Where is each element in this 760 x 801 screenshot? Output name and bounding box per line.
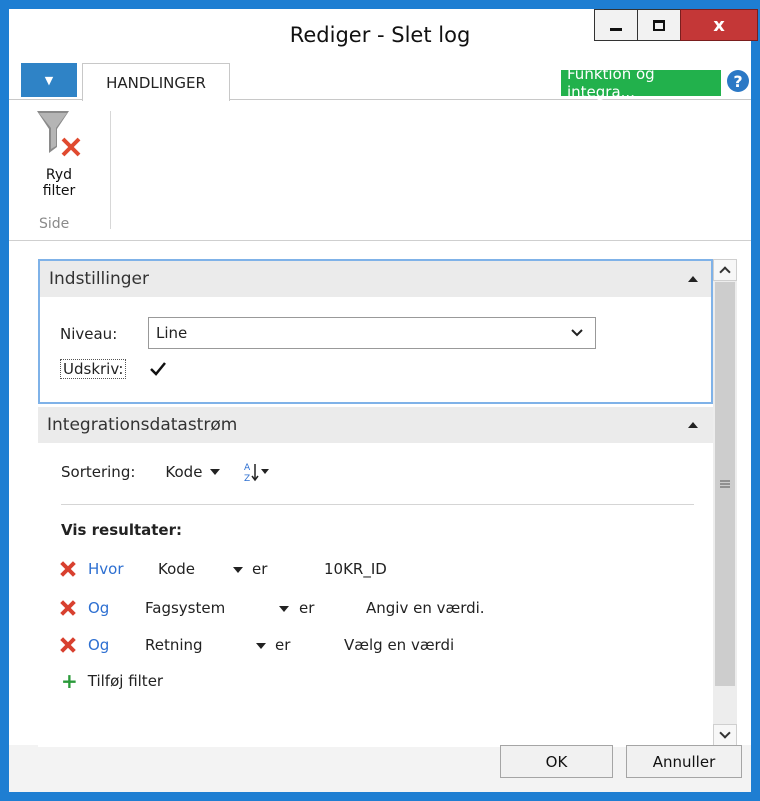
niveau-value: Line (156, 324, 188, 342)
filter-operator: er (252, 560, 268, 578)
filter-row: Og (60, 597, 109, 619)
scroll-down-button[interactable] (713, 724, 737, 746)
sort-az-icon: A Z (244, 463, 270, 483)
sort-order-button[interactable]: A Z (244, 461, 270, 483)
cancel-button[interactable]: Annuller (626, 745, 742, 778)
filter-row: Og (60, 634, 109, 656)
ribbon-body: Ryd filter Side (9, 101, 751, 241)
add-filter-button[interactable]: + Tilføj filter (61, 669, 164, 693)
scroll-up-button[interactable] (713, 259, 737, 281)
filter-field[interactable]: Fagsystem (145, 599, 225, 617)
filter-value[interactable]: Angiv en værdi. (366, 599, 485, 617)
close-icon: x (713, 14, 725, 36)
ribbon-tabs: ▼ HANDLINGER Funktion og integra... ? (9, 55, 751, 101)
svg-text:A: A (244, 463, 251, 473)
sort-field-dropdown[interactable]: Kode (165, 463, 221, 481)
filter-operator: er (275, 636, 291, 654)
function-integration-badge[interactable]: Funktion og integra... (561, 65, 721, 101)
ribbon-group-separator (110, 111, 111, 229)
filter-field-dropdown-icon[interactable] (256, 643, 266, 649)
minimize-button[interactable] (594, 9, 638, 41)
content-area: Indstillinger Niveau: Line Udskriv: Inte… (9, 242, 751, 792)
chevron-up-icon (719, 266, 731, 278)
sort-row: Sortering: Kode A Z (61, 461, 270, 483)
grip-icon (720, 480, 730, 488)
add-filter-label: Tilføj filter (87, 672, 164, 690)
filter-field-dropdown-icon[interactable] (233, 567, 243, 573)
help-icon[interactable]: ? (727, 70, 749, 92)
filter-row: Hvor (60, 558, 124, 580)
maximize-icon (653, 19, 665, 31)
remove-filter-icon[interactable] (60, 637, 76, 653)
integration-section-title: Integrationsdatastrøm (47, 415, 238, 435)
ribbon-group-label: Side (39, 216, 70, 232)
dialog-window: Rediger - Slet log x ▼ HANDLINGER Funkti… (0, 0, 760, 801)
niveau-label: Niveau: (60, 325, 118, 343)
plus-icon: + (61, 669, 78, 693)
udskriv-label: Udskriv: (60, 359, 127, 379)
sort-label: Sortering: (61, 463, 136, 481)
scroll-panel: Indstillinger Niveau: Line Udskriv: Inte… (9, 242, 751, 747)
dialog-client: ▼ HANDLINGER Funktion og integra... ? Ry… (9, 55, 751, 792)
clear-filter-label-1: Ryd (45, 167, 73, 183)
app-menu-button[interactable]: ▼ (21, 63, 77, 97)
collapse-icon (688, 422, 698, 428)
chevron-down-icon: ▼ (44, 73, 54, 87)
filter-field-label: Fagsystem (145, 599, 226, 617)
sort-field-value: Kode (165, 463, 203, 481)
results-label: Vis resultater: (61, 521, 182, 539)
integration-section: Integrationsdatastrøm Sortering: Kode A (38, 407, 713, 747)
filter-field[interactable]: Kode (158, 560, 195, 578)
clear-filter-button[interactable]: Ryd filter (29, 107, 89, 199)
svg-text:Z: Z (244, 474, 250, 483)
filter-conjunction[interactable]: Og (88, 636, 109, 654)
minimize-icon (610, 27, 622, 31)
scroll-thumb[interactable] (715, 282, 735, 686)
niveau-select[interactable]: Line (148, 317, 596, 349)
close-button[interactable]: x (680, 9, 758, 41)
remove-filter-icon[interactable] (60, 561, 76, 577)
integration-section-header[interactable]: Integrationsdatastrøm (38, 407, 713, 443)
checkmark-icon (150, 362, 166, 376)
filter-operator: er (299, 599, 315, 617)
remove-filter-icon[interactable] (60, 600, 76, 616)
udskriv-checkbox[interactable] (148, 359, 168, 379)
chevron-down-icon (719, 727, 731, 739)
filter-value[interactable]: 10KR_ID (324, 560, 387, 578)
settings-section-header[interactable]: Indstillinger (40, 261, 711, 297)
maximize-button[interactable] (637, 9, 681, 41)
dropdown-icon (210, 469, 221, 475)
settings-section-title: Indstillinger (49, 269, 150, 289)
filter-field-dropdown-icon[interactable] (279, 606, 289, 612)
filter-field-label: Retning (145, 636, 203, 654)
filter-value[interactable]: Vælg en værdi (344, 636, 454, 654)
settings-section: Indstillinger Niveau: Line Udskriv: (38, 259, 713, 404)
filter-conjunction[interactable]: Hvor (88, 560, 124, 578)
chevron-down-icon (571, 329, 583, 337)
filter-conjunction[interactable]: Og (88, 599, 109, 617)
filter-field[interactable]: Retning (145, 636, 203, 654)
clear-filter-icon (37, 111, 81, 157)
collapse-icon (688, 276, 698, 282)
clear-filter-label-2: filter (42, 183, 76, 199)
filter-field-label: Kode (158, 560, 196, 578)
tab-handlinger[interactable]: HANDLINGER (82, 63, 230, 101)
ok-button[interactable]: OK (500, 745, 613, 778)
divider (61, 504, 694, 505)
vertical-scrollbar[interactable] (713, 259, 737, 746)
